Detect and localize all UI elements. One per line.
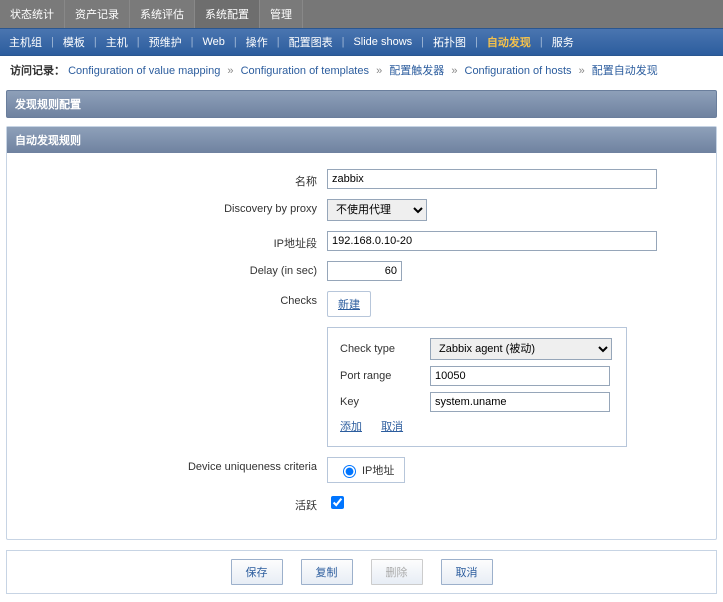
uniq-radio-input[interactable] [343, 465, 356, 478]
cancel-button[interactable]: 取消 [441, 559, 493, 585]
form-card: 自动发现规则 名称 Discovery by proxy 不使用代理 IP地址段… [6, 126, 717, 540]
crumb-discovery[interactable]: 配置自动发现 [592, 65, 658, 77]
label-name: 名称 [27, 169, 327, 189]
tab-config[interactable]: 系统配置 [195, 0, 260, 28]
label-checks: Checks [27, 291, 327, 307]
delay-input[interactable] [327, 261, 402, 281]
new-check-button[interactable]: 新建 [327, 291, 371, 317]
subtab-graphs[interactable]: 配置图表 [280, 29, 342, 55]
subtab-web[interactable]: Web [193, 31, 233, 53]
check-editor: Check type Zabbix agent (被动) Port range … [327, 327, 627, 447]
uniq-radio[interactable]: IP地址 [327, 457, 405, 483]
save-button[interactable]: 保存 [231, 559, 283, 585]
label-port: Port range [340, 370, 430, 382]
label-uniq: Device uniqueness criteria [27, 457, 327, 473]
breadcrumb: 访问记录： Configuration of value mapping » C… [0, 56, 723, 84]
label-iprange: IP地址段 [27, 231, 327, 251]
delete-button[interactable]: 删除 [371, 559, 423, 585]
active-checkbox[interactable] [331, 496, 344, 509]
key-input[interactable] [430, 392, 610, 412]
subtab-maintenance[interactable]: 预维护 [140, 29, 191, 55]
crumb-hosts[interactable]: Configuration of hosts [465, 65, 572, 77]
checktype-select[interactable]: Zabbix agent (被动) [430, 338, 612, 360]
tab-status[interactable]: 状态统计 [0, 0, 65, 28]
chevron-icon: » [575, 65, 589, 77]
subtab-maps[interactable]: 拓扑图 [424, 29, 475, 55]
tab-assets[interactable]: 资产记录 [65, 0, 130, 28]
chevron-icon: » [372, 65, 386, 77]
tab-assess[interactable]: 系统评估 [130, 0, 195, 28]
label-proxy: Discovery by proxy [27, 199, 327, 215]
breadcrumb-label: 访问记录： [10, 65, 65, 77]
subtab-hostgroups[interactable]: 主机组 [0, 29, 51, 55]
page-title: 发现规则配置 [6, 90, 717, 118]
subtab-services[interactable]: 服务 [543, 29, 583, 55]
chevron-icon: » [223, 65, 237, 77]
footer-bar: 保存 复制 删除 取消 [6, 550, 717, 594]
proxy-select[interactable]: 不使用代理 [327, 199, 427, 221]
chevron-icon: » [447, 65, 461, 77]
subtab-hosts[interactable]: 主机 [97, 29, 137, 55]
port-input[interactable] [430, 366, 610, 386]
label-checktype: Check type [340, 343, 430, 355]
subtab-discovery[interactable]: 自动发现 [478, 29, 540, 55]
crumb-triggers[interactable]: 配置触发器 [389, 65, 444, 77]
label-key: Key [340, 396, 430, 408]
card-title: 自动发现规则 [7, 127, 716, 153]
subtab-templates[interactable]: 模板 [54, 29, 94, 55]
subtab-slides[interactable]: Slide shows [344, 31, 421, 53]
check-cancel-link[interactable]: 取消 [381, 421, 403, 433]
subtab-actions[interactable]: 操作 [237, 29, 277, 55]
sub-tabs: 主机组| 模板| 主机| 预维护| Web| 操作| 配置图表| Slide s… [0, 28, 723, 56]
crumb-templates[interactable]: Configuration of templates [241, 65, 369, 77]
label-active: 活跃 [27, 493, 327, 513]
uniq-radio-label: IP地址 [362, 462, 394, 478]
crumb-valuemap[interactable]: Configuration of value mapping [68, 65, 220, 77]
name-input[interactable] [327, 169, 657, 189]
top-tabs: 状态统计 资产记录 系统评估 系统配置 管理 [0, 0, 723, 28]
label-delay: Delay (in sec) [27, 261, 327, 277]
tab-admin[interactable]: 管理 [260, 0, 303, 28]
check-add-link[interactable]: 添加 [340, 421, 362, 433]
iprange-input[interactable] [327, 231, 657, 251]
copy-button[interactable]: 复制 [301, 559, 353, 585]
